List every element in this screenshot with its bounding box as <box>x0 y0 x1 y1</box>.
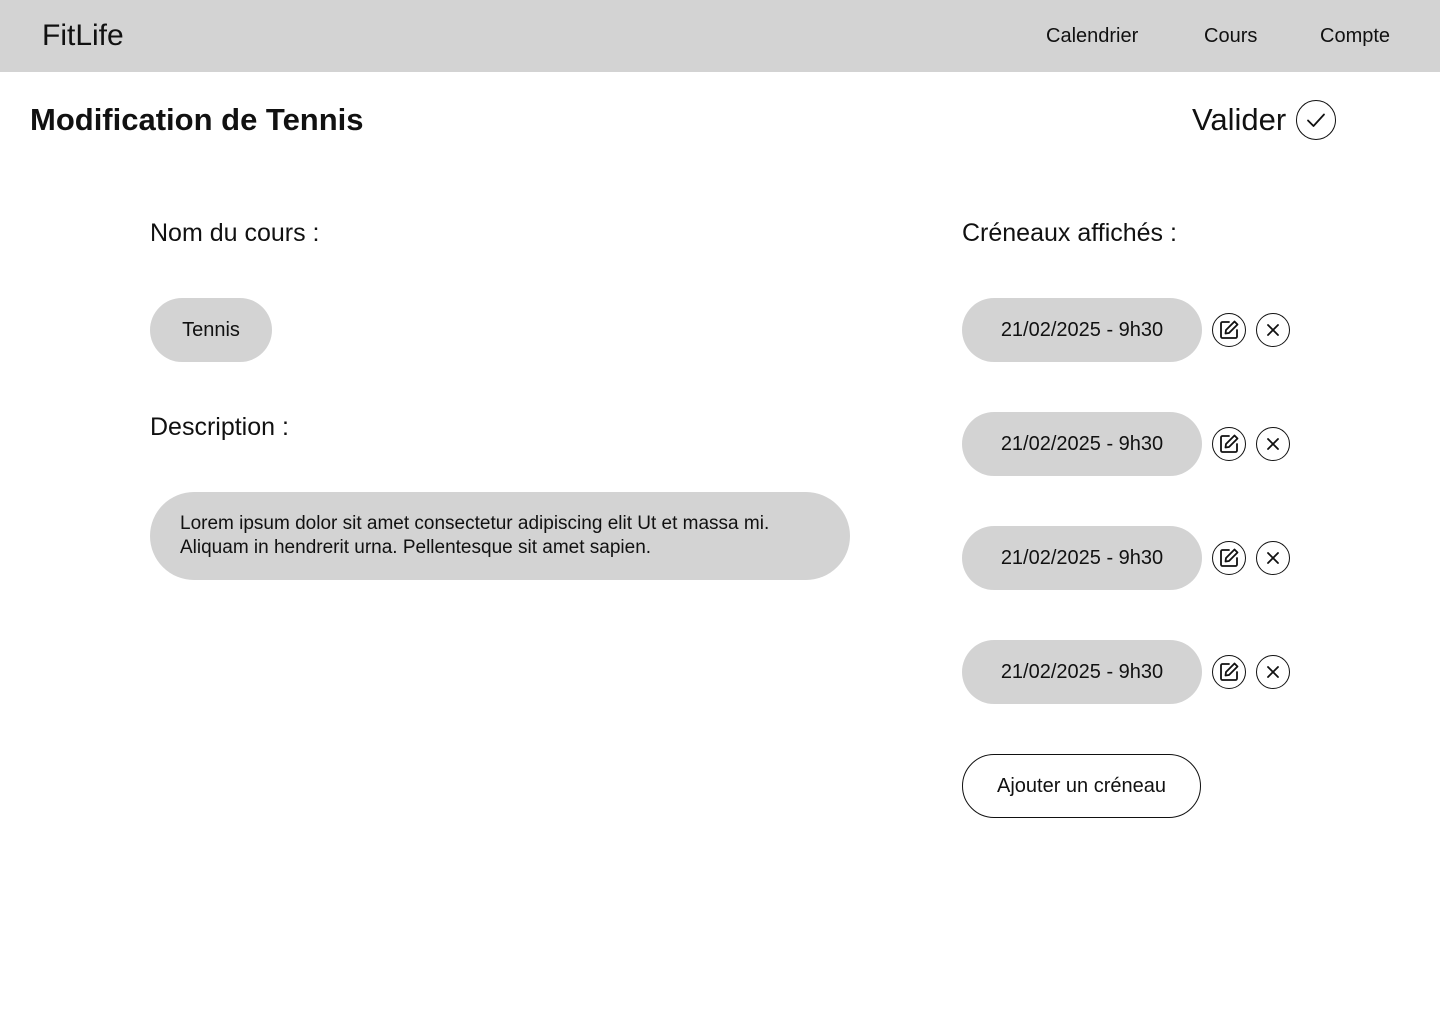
edit-glyph <box>1220 320 1239 339</box>
slot-value[interactable]: 21/02/2025 - 9h30 <box>962 640 1202 704</box>
validate-label: Valider <box>1192 102 1287 137</box>
page-title: Modification de Tennis <box>30 102 364 137</box>
description-label: Description : <box>150 413 289 441</box>
slot-value[interactable]: 21/02/2025 - 9h30 <box>962 526 1202 590</box>
nav-link-calendrier[interactable]: Calendrier <box>1046 0 1138 72</box>
close-glyph <box>1267 324 1279 336</box>
validate-button[interactable]: Valider <box>1192 98 1337 142</box>
check-circle-icon[interactable] <box>1296 100 1337 140</box>
slot-row: 21/02/2025 - 9h30 <box>962 298 1290 362</box>
slot-row: 21/02/2025 - 9h30 <box>962 412 1290 476</box>
slot-row: 21/02/2025 - 9h30 <box>962 640 1290 704</box>
close-glyph <box>1267 552 1279 564</box>
slot-value[interactable]: 21/02/2025 - 9h30 <box>962 412 1202 476</box>
check-icon <box>1307 113 1326 127</box>
edit-glyph <box>1220 662 1239 681</box>
add-slot-button[interactable]: Ajouter un créneau <box>962 754 1201 818</box>
slot-value[interactable]: 21/02/2025 - 9h30 <box>962 298 1202 362</box>
top-navbar: FitLife Calendrier Cours Compte <box>0 0 1440 72</box>
course-name-label: Nom du cours : <box>150 219 320 247</box>
edit-icon[interactable] <box>1212 427 1246 461</box>
edit-glyph <box>1220 548 1239 567</box>
brand-logo[interactable]: FitLife <box>42 0 124 72</box>
description-field[interactable]: Lorem ipsum dolor sit amet consectetur a… <box>150 492 850 580</box>
edit-glyph <box>1220 434 1239 453</box>
close-icon[interactable] <box>1256 427 1290 461</box>
slot-row: 21/02/2025 - 9h30 <box>962 526 1290 590</box>
slots-label: Créneaux affichés : <box>962 219 1177 247</box>
edit-icon[interactable] <box>1212 541 1246 575</box>
nav-link-cours[interactable]: Cours <box>1204 0 1257 72</box>
close-icon[interactable] <box>1256 541 1290 575</box>
close-glyph <box>1267 438 1279 450</box>
course-name-field[interactable]: Tennis <box>150 298 272 362</box>
close-icon[interactable] <box>1256 655 1290 689</box>
nav-link-compte[interactable]: Compte <box>1320 0 1390 72</box>
edit-icon[interactable] <box>1212 313 1246 347</box>
close-glyph <box>1267 666 1279 678</box>
close-icon[interactable] <box>1256 313 1290 347</box>
edit-icon[interactable] <box>1212 655 1246 689</box>
